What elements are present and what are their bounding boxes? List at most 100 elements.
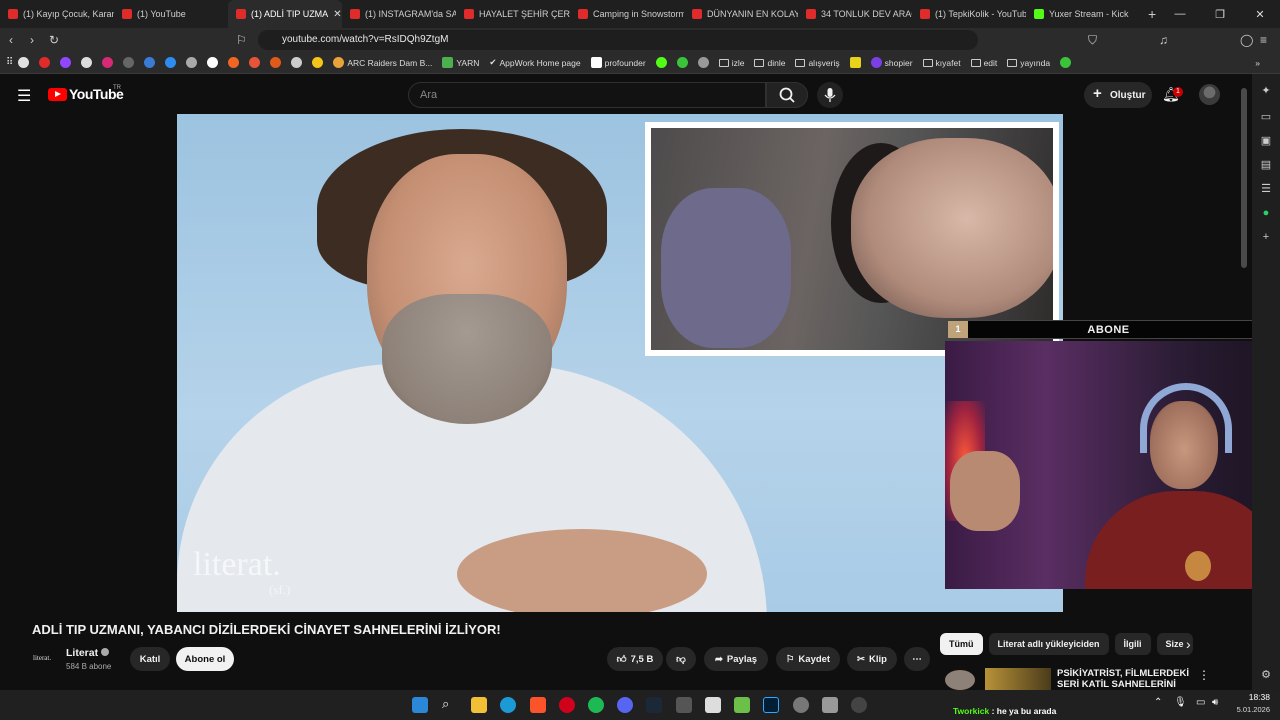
- prime-icon[interactable]: [165, 57, 177, 68]
- browser-tab[interactable]: (1) YouTube: [114, 0, 228, 28]
- bookmark-folder-izle[interactable]: izle: [718, 58, 744, 68]
- bookmark-page-icon[interactable]: ⚐: [236, 28, 247, 52]
- chevron-right-icon[interactable]: ›: [1186, 636, 1191, 652]
- browser-tab[interactable]: DÜNYANIN EN KOLAY: [684, 0, 798, 28]
- recommendation-title[interactable]: PSİKİYATRİST, FİLMLERDEKİ SERİ KATİL SAH…: [1057, 668, 1197, 690]
- opera-icon[interactable]: [559, 697, 575, 713]
- address-bar[interactable]: youtube.com/watch?v=RsIDQh9ZtgM: [258, 30, 978, 50]
- chip-all[interactable]: Tümü: [940, 633, 983, 655]
- save-button[interactable]: ⚐ Kaydet: [776, 647, 840, 671]
- chatgpt-icon[interactable]: [697, 57, 709, 68]
- join-button[interactable]: Katıl: [130, 647, 170, 671]
- browser-tab[interactable]: 34 TONLUK DEV ARAÇ: [798, 0, 912, 28]
- chip-related[interactable]: İlgili: [1114, 633, 1151, 655]
- browser-tab[interactable]: Camping in Snowstorm: [570, 0, 684, 28]
- browser-tab[interactable]: (1) TepkiKolik - YouTub: [912, 0, 1026, 28]
- green-circle-icon[interactable]: [676, 57, 688, 68]
- hamburger-menu-icon[interactable]: ☰: [17, 86, 31, 106]
- whatsapp-icon[interactable]: ●: [1259, 206, 1273, 220]
- dislike-button[interactable]: 👎︎: [666, 647, 696, 671]
- more-vertical-icon[interactable]: ⋮: [1198, 668, 1210, 682]
- notes-icon[interactable]: ▤: [1259, 158, 1273, 172]
- bookmark-appwork[interactable]: ✔ AppWork Home page: [489, 57, 580, 68]
- x-icon[interactable]: [81, 57, 93, 68]
- browser-tab-active[interactable]: (1) ADLİ TIP UZMA ✕: [228, 0, 342, 28]
- monitor-icon[interactable]: ▭: [1196, 697, 1205, 708]
- share-button[interactable]: ➦ Paylaş: [704, 647, 768, 671]
- green-icon[interactable]: [1060, 57, 1072, 68]
- volume-icon[interactable]: 🔊︎: [1212, 697, 1218, 708]
- subscribe-button[interactable]: Abone ol: [176, 647, 234, 671]
- bookmark-folder-alisveris[interactable]: alışveriş: [795, 58, 840, 68]
- scrollbar[interactable]: [1241, 88, 1247, 268]
- reload-icon[interactable]: ↻: [49, 28, 59, 52]
- weather-icon[interactable]: [144, 57, 156, 68]
- browser-tab[interactable]: Yuxer Stream - Kick: [1026, 0, 1140, 28]
- bookmark-profounder[interactable]: profounder: [590, 57, 646, 68]
- microphone-icon[interactable]: 🎙︎: [1174, 697, 1187, 708]
- steam-icon[interactable]: [646, 697, 662, 713]
- avatar[interactable]: [1199, 84, 1220, 105]
- bookmark-shopier[interactable]: shopier: [870, 57, 913, 68]
- yellow-icon[interactable]: [849, 57, 861, 68]
- bookmark-folder-kiyafet[interactable]: kıyafet: [922, 58, 961, 68]
- tabs-icon[interactable]: ▭: [1259, 110, 1273, 124]
- bookmark-folder-edit[interactable]: edit: [970, 58, 997, 68]
- search-input[interactable]: Ara: [408, 82, 766, 108]
- more-bookmarks-icon[interactable]: »: [1255, 58, 1260, 68]
- browser-tab[interactable]: (1) INSTAGRAM'da SA: [342, 0, 456, 28]
- menu-icon[interactable]: ≡: [1260, 28, 1267, 52]
- edge-icon[interactable]: [500, 697, 516, 713]
- kick-icon[interactable]: [655, 57, 667, 68]
- app-icon[interactable]: [705, 697, 721, 713]
- recommendation-thumbnail[interactable]: [985, 668, 1051, 690]
- chip-from-uploader[interactable]: Literat adlı yükleyiciden: [988, 633, 1109, 655]
- close-window-icon[interactable]: ✕: [1240, 0, 1280, 28]
- wiki-icon[interactable]: [186, 57, 198, 68]
- add-icon[interactable]: +: [1259, 230, 1273, 244]
- chevron-up-icon[interactable]: ⌃: [1154, 697, 1162, 708]
- clock-time[interactable]: 18:38: [1238, 692, 1270, 702]
- more-actions-button[interactable]: ⋯: [904, 647, 930, 671]
- bookmark-folder-yayinda[interactable]: yayında: [1007, 58, 1050, 68]
- google-icon[interactable]: [18, 57, 30, 68]
- brave-icon[interactable]: [530, 697, 546, 713]
- channel-name[interactable]: Literat: [66, 647, 98, 659]
- channel-name-row[interactable]: Literat: [66, 647, 110, 659]
- like-button[interactable]: 👍︎ 7,5 B: [607, 647, 663, 671]
- bookmark-arc-raiders[interactable]: ARC Raiders Dam B...: [333, 57, 432, 68]
- video-player[interactable]: literat. (sf.): [177, 114, 1063, 612]
- capture-icon[interactable]: [822, 697, 838, 713]
- minimize-icon[interactable]: —: [1160, 0, 1200, 28]
- windows-start-icon[interactable]: [412, 697, 428, 713]
- android-icon[interactable]: [734, 697, 750, 713]
- browser-tab[interactable]: HAYALET ŞEHİR ÇERNO: [456, 0, 570, 28]
- clock-date[interactable]: 5.01.2026: [1230, 705, 1270, 714]
- photoshop-icon[interactable]: [763, 697, 779, 713]
- create-button[interactable]: + Oluştur: [1084, 82, 1152, 108]
- tiktok-icon[interactable]: [207, 57, 219, 68]
- mail-icon[interactable]: [270, 57, 282, 68]
- channel-avatar[interactable]: literat.: [33, 648, 57, 668]
- spotify-icon[interactable]: [588, 697, 604, 713]
- browser-tab[interactable]: (1) Kayıp Çocuk, Karan: [0, 0, 114, 28]
- instagram-icon[interactable]: [102, 57, 114, 68]
- account-icon[interactable]: ◯: [1240, 28, 1253, 52]
- file-explorer-icon[interactable]: [471, 697, 487, 713]
- forward-icon[interactable]: ›: [30, 28, 34, 52]
- location-icon[interactable]: [851, 697, 867, 713]
- voice-search-button[interactable]: [817, 82, 843, 108]
- discord-icon[interactable]: [617, 697, 633, 713]
- search-button[interactable]: [766, 82, 808, 108]
- github-icon[interactable]: [123, 57, 135, 68]
- pinterest-icon[interactable]: [249, 57, 261, 68]
- wallet-icon[interactable]: ▣: [1259, 134, 1273, 148]
- shield-icon[interactable]: ⛉: [1088, 28, 1097, 52]
- ai-icon[interactable]: ✦: [1259, 84, 1273, 98]
- amazon-icon[interactable]: [291, 57, 303, 68]
- calculator-icon[interactable]: [676, 697, 692, 713]
- recommendation-channel-avatar[interactable]: [945, 670, 975, 690]
- bookmark-yarn[interactable]: YARN: [442, 57, 479, 68]
- close-tab-icon[interactable]: ✕: [333, 9, 341, 20]
- back-icon[interactable]: ‹: [9, 28, 13, 52]
